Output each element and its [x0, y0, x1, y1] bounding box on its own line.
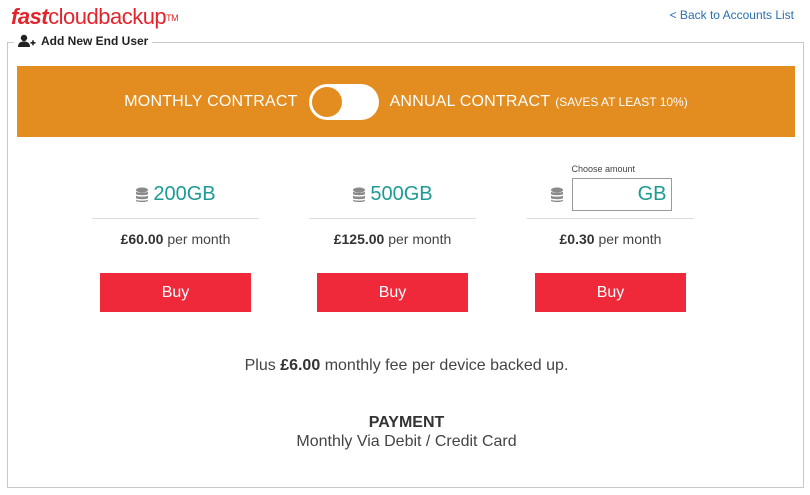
- add-end-user-panel: Add New End User MONTHLY CONTRACT ANNUAL…: [7, 34, 805, 488]
- add-user-icon: [18, 34, 36, 47]
- choose-amount-label: Choose amount: [571, 164, 636, 174]
- section-title: Add New End User: [41, 34, 149, 48]
- plan-size-row: 500GB: [309, 171, 476, 219]
- plan-price-amount: £60.00: [120, 231, 164, 247]
- section-legend: Add New End User: [14, 34, 153, 48]
- fee-prefix: Plus: [244, 357, 276, 374]
- plan-size: 500GB: [370, 183, 433, 205]
- toggle-knob: [311, 86, 342, 117]
- annual-savings-note: (SAVES AT LEAST 10%): [555, 94, 688, 109]
- amount-unit: GB: [637, 183, 667, 205]
- contract-toggle[interactable]: [308, 83, 379, 120]
- plan-price: £0.30 per month: [527, 231, 694, 247]
- buy-500gb-button[interactable]: Buy: [317, 273, 468, 312]
- custom-amount-input[interactable]: GB: [571, 178, 672, 211]
- logo-cloudbackup: cloudbackup: [48, 4, 167, 29]
- plan-size-row: Choose amount GB: [527, 164, 694, 219]
- plan-price: £125.00 per month: [309, 231, 476, 247]
- brand-logo: fastcloudbackupTM: [11, 4, 179, 29]
- plan-price-amount: £125.00: [333, 231, 385, 247]
- custom-amount-box: Choose amount GB: [571, 164, 672, 211]
- buy-200gb-button[interactable]: Buy: [100, 273, 251, 312]
- database-icon: [353, 187, 366, 202]
- plan-price-period: per month: [598, 231, 662, 247]
- plan-price-period: per month: [388, 231, 452, 247]
- payment-method: Monthly Via Debit / Credit Card: [296, 433, 517, 450]
- annual-contract-label[interactable]: ANNUAL CONTRACT: [390, 93, 551, 111]
- database-icon: [550, 187, 563, 203]
- monthly-contract-label[interactable]: MONTHLY CONTRACT: [124, 93, 297, 111]
- buy-custom-button[interactable]: Buy: [535, 273, 686, 312]
- logo-fast: fast: [11, 4, 49, 29]
- plan-500gb: 500GB £125.00 per month Buy: [309, 171, 476, 312]
- payment-title: PAYMENT: [368, 414, 445, 431]
- plan-size-row: 200GB: [92, 171, 259, 219]
- plan-size: 200GB: [153, 183, 216, 205]
- plan-price: £60.00 per month: [92, 231, 259, 247]
- plan-200gb: 200GB £60.00 per month Buy: [92, 171, 259, 312]
- fee-amount: £6.00: [280, 357, 321, 374]
- plan-price-amount: £0.30: [559, 231, 595, 247]
- fee-suffix: monthly fee per device backed up.: [324, 357, 569, 374]
- custom-amount-group: Choose amount GB: [550, 164, 672, 211]
- plan-custom: Choose amount GB £0.30 per month Buy: [527, 164, 694, 312]
- plan-price-period: per month: [167, 231, 231, 247]
- contract-banner: MONTHLY CONTRACT ANNUAL CONTRACT (SAVES …: [17, 66, 795, 137]
- device-fee-note: Plus £6.00 monthly fee per device backed…: [8, 357, 805, 375]
- logo-trademark: TM: [166, 13, 179, 23]
- database-icon: [136, 187, 149, 202]
- back-to-accounts-link[interactable]: < Back to Accounts List: [670, 8, 794, 22]
